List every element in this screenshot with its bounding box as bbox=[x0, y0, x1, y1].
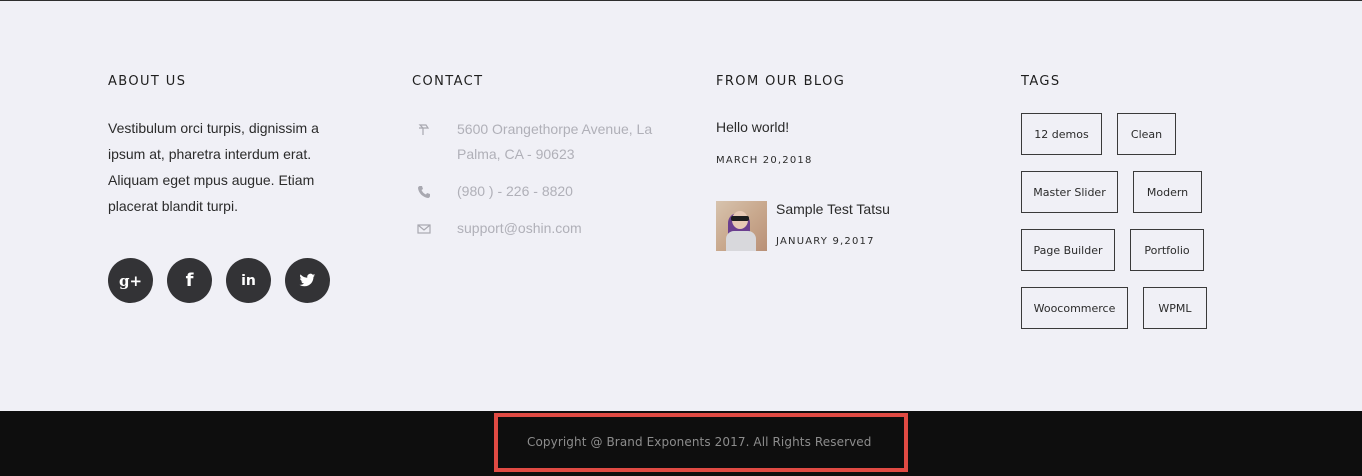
linkedin-link[interactable]: in bbox=[226, 258, 271, 303]
blog-heading: FROM OUR BLOG bbox=[716, 74, 846, 89]
tag-link[interactable]: Modern bbox=[1133, 171, 1202, 213]
blog-post: Hello world! MARCH 20,2018 bbox=[716, 119, 813, 166]
contact-phone-row: (980 ) - 226 - 8820 bbox=[412, 183, 662, 204]
blog-post-title[interactable]: Hello world! bbox=[716, 119, 813, 135]
about-us-text: Vestibulum orci turpis, dignissim a ipsu… bbox=[108, 120, 319, 214]
tag-link[interactable]: Master Slider bbox=[1021, 171, 1118, 213]
blog-post-text: Sample Test Tatsu JANUARY 9,2017 bbox=[776, 201, 890, 251]
thumbnail-body-shape bbox=[726, 231, 756, 251]
tag-link[interactable]: Woocommerce bbox=[1021, 287, 1128, 329]
blog-post-thumbnail[interactable] bbox=[716, 201, 767, 251]
google-plus-link[interactable]: g+ bbox=[108, 258, 153, 303]
contact-email[interactable]: support@oshin.com bbox=[457, 216, 662, 241]
linkedin-icon: in bbox=[241, 272, 256, 289]
contact-email-row: support@oshin.com bbox=[412, 220, 662, 241]
blog-column: FROM OUR BLOG Hello world! MARCH 20,2018… bbox=[716, 74, 976, 251]
tag-link[interactable]: Clean bbox=[1117, 113, 1176, 155]
facebook-icon: f bbox=[185, 270, 194, 291]
twitter-link[interactable] bbox=[285, 258, 330, 303]
tag-link[interactable]: Page Builder bbox=[1021, 229, 1115, 271]
copyright-text: Copyright @ Brand Exponents 2017. All Ri… bbox=[527, 435, 872, 449]
google-plus-icon: g+ bbox=[118, 271, 143, 290]
contact-heading: CONTACT bbox=[412, 74, 484, 89]
tags-column: TAGS 12 demos Clean Master Slider Modern… bbox=[1021, 74, 1261, 329]
phone-icon bbox=[412, 183, 457, 203]
blog-post: Sample Test Tatsu JANUARY 9,2017 bbox=[716, 201, 890, 251]
blog-post-date: JANUARY 9,2017 bbox=[776, 236, 875, 247]
about-us-column: ABOUT US Vestibulum orci turpis, digniss… bbox=[108, 74, 348, 303]
social-links: g+ f in bbox=[108, 258, 330, 303]
copyright-bar: Copyright @ Brand Exponents 2017. All Ri… bbox=[0, 411, 1362, 476]
contact-column: CONTACT 5600 Orangethorpe Avenue, La Pal… bbox=[412, 74, 672, 237]
contact-address-row: 5600 Orangethorpe Avenue, La Palma, CA -… bbox=[412, 121, 662, 167]
tag-link[interactable]: WPML bbox=[1143, 287, 1207, 329]
about-us-heading: ABOUT US bbox=[108, 74, 187, 89]
contact-phone[interactable]: (980 ) - 226 - 8820 bbox=[457, 179, 662, 204]
facebook-link[interactable]: f bbox=[167, 258, 212, 303]
blog-post-title[interactable]: Sample Test Tatsu bbox=[776, 201, 890, 217]
twitter-icon bbox=[299, 273, 316, 287]
contact-address: 5600 Orangethorpe Avenue, La Palma, CA -… bbox=[457, 121, 653, 162]
map-pin-icon bbox=[412, 121, 457, 141]
tag-link[interactable]: 12 demos bbox=[1021, 113, 1102, 155]
footer-widgets: ABOUT US Vestibulum orci turpis, digniss… bbox=[0, 1, 1362, 411]
thumbnail-sunglasses-shape bbox=[731, 216, 749, 221]
envelope-icon bbox=[412, 220, 457, 240]
blog-post-date: MARCH 20,2018 bbox=[716, 155, 813, 166]
tags-heading: TAGS bbox=[1021, 74, 1061, 89]
tag-cloud: 12 demos Clean Master Slider Modern Page… bbox=[1021, 113, 1261, 345]
tag-link[interactable]: Portfolio bbox=[1130, 229, 1204, 271]
